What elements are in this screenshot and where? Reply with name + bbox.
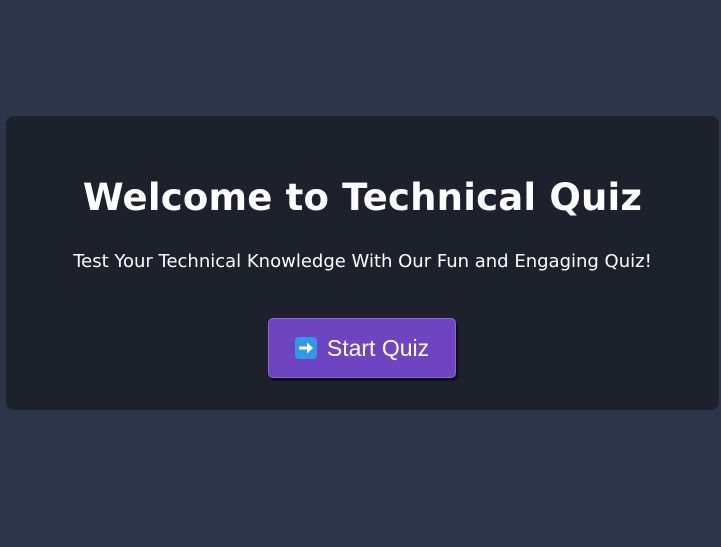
welcome-card: Welcome to Technical Quiz Test Your Tech… (6, 116, 719, 410)
right-arrow-icon (294, 337, 317, 359)
page-title: Welcome to Technical Quiz (82, 176, 643, 219)
page-subtitle: Test Your Technical Knowledge With Our F… (73, 251, 652, 272)
start-quiz-button[interactable]: Start Quiz (268, 318, 456, 378)
start-quiz-label: Start Quiz (326, 334, 430, 361)
